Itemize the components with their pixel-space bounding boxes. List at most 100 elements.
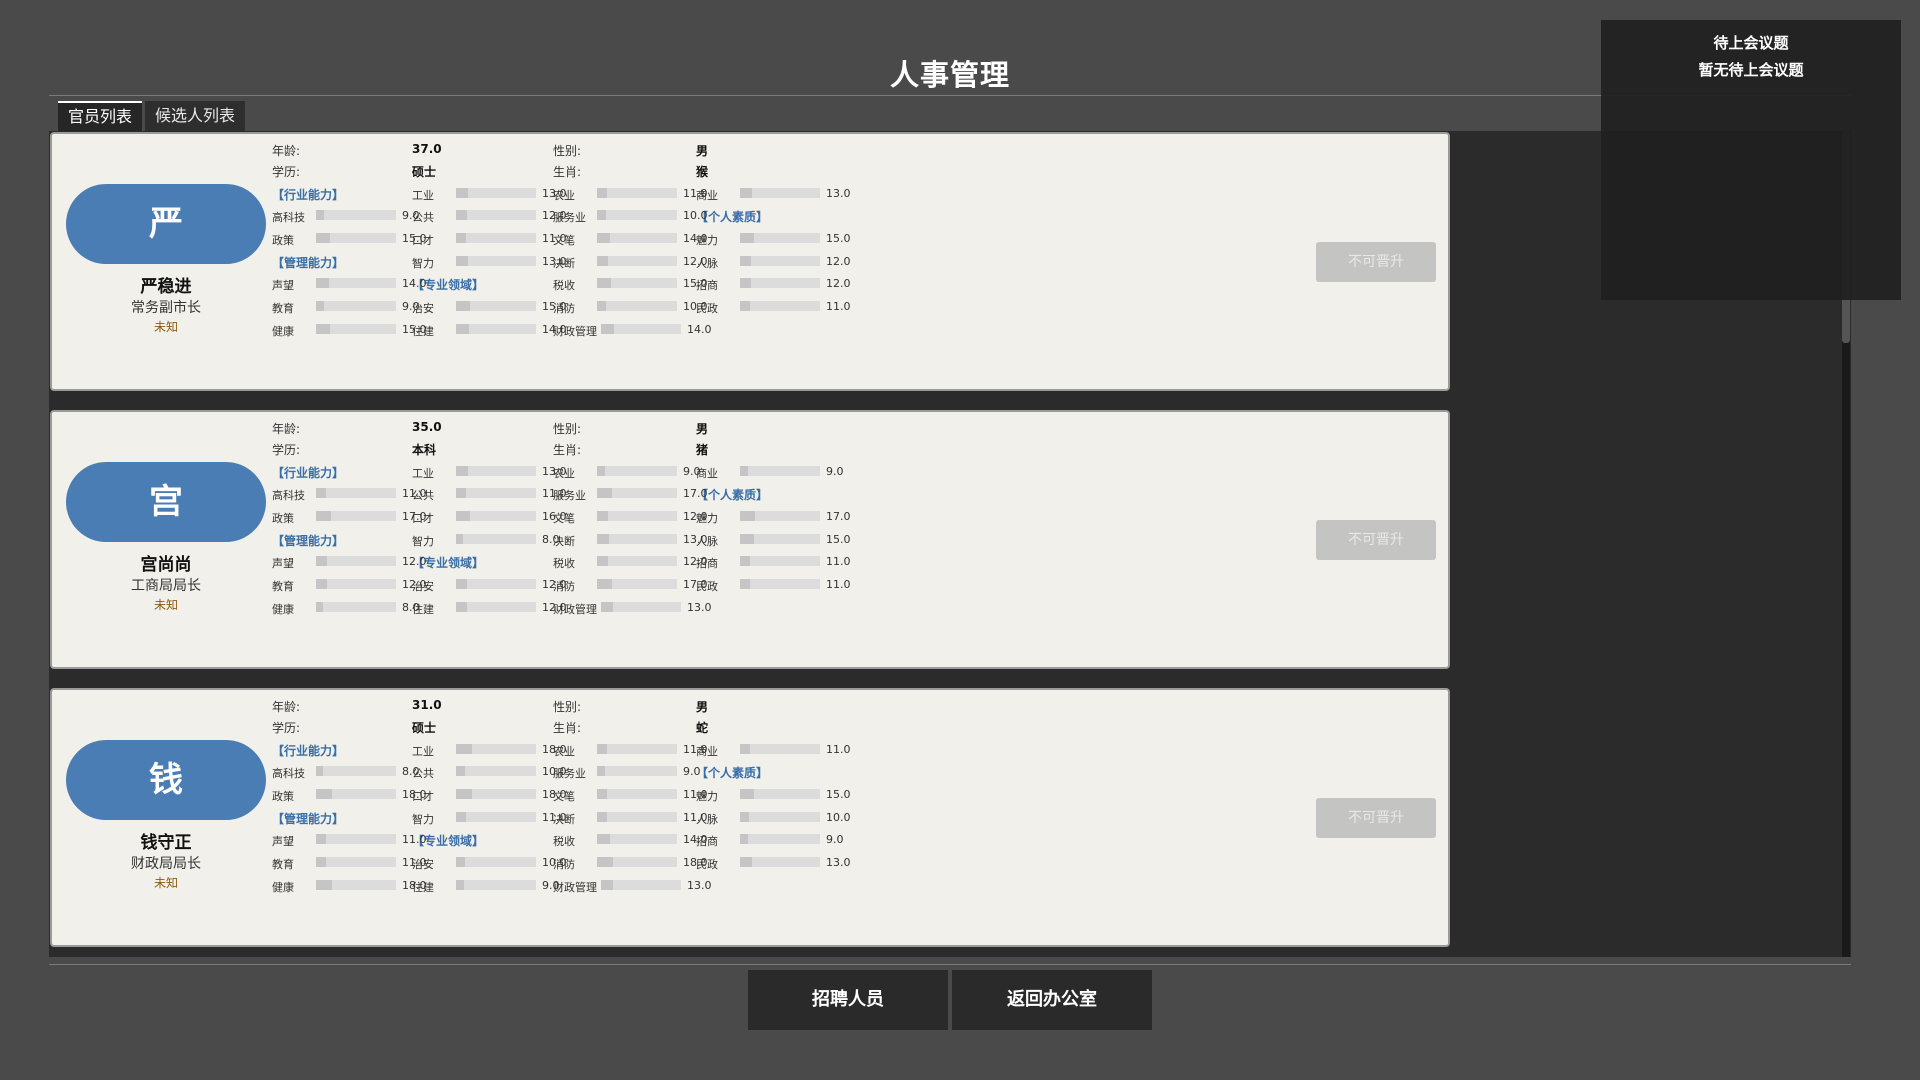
stat-bar	[597, 301, 677, 311]
stat-label: 文笔	[553, 234, 575, 247]
stat-label: 招商	[696, 835, 718, 848]
stat-bar-fill	[456, 301, 470, 311]
tab-candidates[interactable]: 候选人列表	[145, 101, 246, 131]
stat-label: 工业	[412, 189, 434, 202]
tab-officials[interactable]: 官员列表	[58, 101, 143, 131]
stat-label: 高科技	[272, 767, 305, 780]
stat-minzheng: 民政 11.0	[696, 576, 866, 593]
promote-button[interactable]: 不可晋升	[1316, 798, 1436, 838]
stat-bar	[740, 233, 820, 243]
stat-label: 健康	[272, 881, 294, 894]
stat-bar-fill	[740, 744, 750, 754]
stat-bar	[316, 602, 396, 612]
stat-bar	[456, 744, 536, 754]
promote-button[interactable]: 不可晋升	[1316, 242, 1436, 282]
stat-label: 商业	[696, 467, 718, 480]
official-position: 常务副市长	[131, 300, 201, 316]
section-industry: 【行业能力】	[272, 188, 345, 202]
stat-bar	[740, 256, 820, 266]
stat-bar	[456, 324, 536, 334]
avatar[interactable]: 钱	[66, 740, 266, 820]
stat-bar	[601, 880, 681, 890]
stat-bar-fill	[456, 579, 467, 589]
zodiac-value: 蛇	[696, 721, 709, 735]
stat-bar-fill	[740, 256, 751, 266]
stat-bar-fill	[597, 511, 608, 521]
stat-bar-fill	[597, 488, 613, 498]
officials-list[interactable]: 严严稳进 常务副市长 未知 年龄: 37.0 性别: 男学历: 硕士 生肖: 猴【行业能力】 【管理…	[49, 131, 1851, 957]
agenda-empty-text: 暂无待上会议题	[1698, 61, 1804, 79]
stat-label: 治安	[412, 302, 434, 315]
stat-bar-fill	[456, 233, 466, 243]
stat-label: 住建	[412, 881, 434, 894]
stat-bar-fill	[316, 857, 326, 867]
stat-bar-fill	[597, 301, 606, 311]
stat-bar	[316, 233, 396, 243]
stat-bar-fill	[456, 324, 469, 334]
stat-bar	[597, 789, 677, 799]
stat-bar-fill	[316, 324, 330, 334]
stat-value: 12.0	[826, 255, 851, 268]
official-position: 工商局局长	[131, 578, 201, 594]
age-label: 年龄:	[272, 700, 301, 714]
back-office-button[interactable]: 返回办公室	[952, 970, 1152, 1030]
official-stats: 年龄: 37.0 性别: 男学历: 硕士 生肖: 猴【行业能力】 【管理能力】 【专业领域】 【个…	[272, 142, 1032, 382]
stat-bar	[316, 324, 396, 334]
stat-bar	[597, 278, 677, 288]
stat-value: 9.0	[826, 465, 844, 478]
recruit-button[interactable]: 招聘人员	[748, 970, 948, 1030]
avatar[interactable]: 宫	[66, 462, 266, 542]
stat-value: 14.0	[687, 323, 712, 336]
gender-value: 男	[696, 700, 709, 714]
stat-bar-fill	[316, 233, 330, 243]
section-management: 【管理能力】	[272, 534, 345, 548]
stat-caizheng: 财政管理 13.0	[553, 877, 723, 894]
stat-bar-fill	[316, 579, 327, 589]
age-label: 年龄:	[272, 422, 301, 436]
stat-value: 17.0	[683, 487, 708, 500]
stat-bar	[456, 188, 536, 198]
stat-bar	[740, 466, 820, 476]
stat-value: 15.0	[826, 788, 851, 801]
stat-fuwuye: 服务业 17.0	[553, 485, 723, 502]
stat-label: 商业	[696, 189, 718, 202]
stat-label: 税收	[553, 557, 575, 570]
stat-value: 13.0	[687, 601, 712, 614]
stat-bar-fill	[740, 188, 752, 198]
stat-label: 口才	[412, 234, 434, 247]
stat-label: 教育	[272, 302, 294, 315]
stat-bar	[740, 511, 820, 521]
stat-bar-fill	[456, 188, 468, 198]
stat-label: 人脉	[696, 535, 718, 548]
stat-bar	[601, 602, 681, 612]
stat-bar	[316, 789, 396, 799]
stat-bar-fill	[740, 834, 749, 844]
stat-value: 10.0	[683, 209, 708, 222]
avatar[interactable]: 严	[66, 184, 266, 264]
stat-label: 工业	[412, 745, 434, 758]
stat-label: 人脉	[696, 813, 718, 826]
stat-bar-fill	[601, 602, 613, 612]
stat-label: 民政	[696, 302, 718, 315]
stat-meili: 魅力 17.0	[696, 508, 866, 525]
stat-bar	[456, 488, 536, 498]
gender-label: 性别:	[553, 422, 582, 436]
stat-bar-fill	[597, 210, 606, 220]
stat-zhaoshang: 招商 12.0	[696, 275, 866, 292]
stat-value: 12.0	[402, 555, 427, 568]
stat-label: 财政管理	[553, 603, 597, 616]
zodiac-value: 猴	[696, 165, 709, 179]
stat-bar-fill	[316, 602, 324, 612]
stat-value: 11.0	[826, 300, 851, 313]
agenda-title: 待上会议题	[1713, 34, 1789, 52]
stat-bar	[456, 534, 536, 544]
stat-label: 招商	[696, 279, 718, 292]
stat-bar	[597, 534, 677, 544]
stat-bar-fill	[316, 488, 326, 498]
promote-button[interactable]: 不可晋升	[1316, 520, 1436, 560]
stat-bar-fill	[316, 556, 327, 566]
stat-bar-fill	[456, 880, 465, 890]
stat-meili: 魅力 15.0	[696, 230, 866, 247]
stat-bar	[597, 857, 677, 867]
stat-bar-fill	[456, 256, 468, 266]
